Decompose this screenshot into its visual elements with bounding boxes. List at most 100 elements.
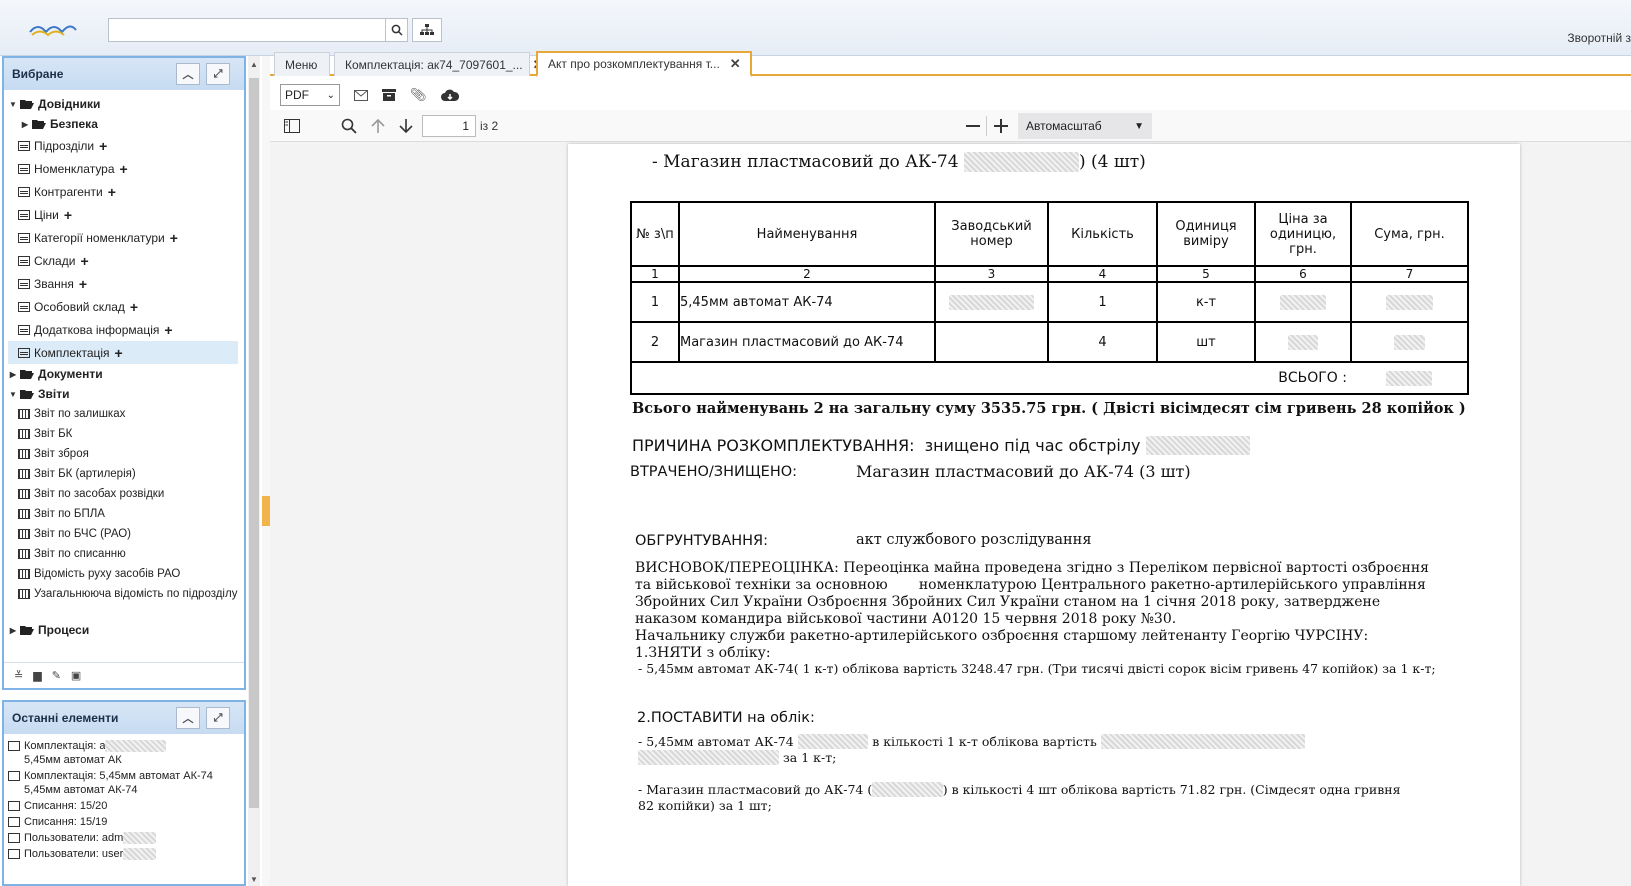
- sidebar-toggle-icon[interactable]: [284, 119, 300, 133]
- expand-button[interactable]: ⤢: [206, 707, 230, 729]
- list-icon: [8, 849, 20, 859]
- cloud-download-icon[interactable]: [440, 89, 459, 102]
- table-cell: 4: [1047, 321, 1158, 363]
- caret-down-icon[interactable]: ▼: [8, 100, 18, 109]
- add-icon[interactable]: +: [120, 161, 128, 177]
- redacted-text: хххххх: [123, 848, 157, 860]
- list-icon: [18, 232, 30, 243]
- add-icon[interactable]: +: [115, 345, 123, 361]
- tree-item-sklady[interactable]: Склади +: [8, 249, 238, 272]
- arrow-down-icon[interactable]: [399, 118, 413, 134]
- add-icon[interactable]: +: [170, 230, 178, 246]
- zoom-select[interactable]: Автомасштаб ▼: [1018, 113, 1152, 139]
- caret-down-icon[interactable]: ▼: [8, 390, 18, 399]
- chevron-down-icon: ⌄: [326, 89, 335, 101]
- doc-put-line1-cont: хххххххххххххххххххх за 1 к-т;: [638, 750, 836, 766]
- recent-item-subtitle: 5,45мм автомат АК-74: [24, 784, 138, 796]
- expand-icon: ⤢: [213, 67, 223, 80]
- add-icon[interactable]: +: [164, 322, 172, 338]
- tree-item-report[interactable]: Звіт БК: [8, 424, 238, 444]
- tree-item-report[interactable]: Звіт БК (артилерія): [8, 464, 238, 484]
- recent-item-title: Комплектація: а: [24, 740, 106, 752]
- scrollbar-thumb[interactable]: [249, 78, 259, 808]
- tree-item-report[interactable]: Звіт по залишках: [8, 404, 238, 424]
- save-icon[interactable]: ▣: [71, 669, 81, 682]
- table-cell: 3: [934, 265, 1049, 283]
- archive-icon[interactable]: [382, 89, 396, 101]
- expand-button[interactable]: ⤢: [206, 63, 230, 85]
- new-folder-icon[interactable]: ▆: [33, 669, 41, 682]
- collapse-button[interactable]: ︿: [176, 63, 200, 85]
- add-icon[interactable]: +: [80, 253, 88, 269]
- scroll-up-icon[interactable]: ▲: [250, 60, 258, 69]
- tree-item-report[interactable]: Звіт зброя: [8, 444, 238, 464]
- tree-item-komplektatsiia[interactable]: Комплектація +: [8, 341, 238, 364]
- caret-right-icon[interactable]: ▶: [8, 626, 18, 635]
- edit-icon[interactable]: ✎: [52, 669, 61, 682]
- recent-item[interactable]: Комплектація: 5,45мм автомат АК-74 5,45мм…: [6, 768, 242, 798]
- email-icon[interactable]: [354, 89, 368, 101]
- recent-item[interactable]: Комплектація: аххххххххххх 5,45мм автомат…: [6, 738, 242, 768]
- arrow-up-icon[interactable]: [371, 118, 385, 134]
- table-cell: 5,45мм автомат АК-74: [678, 281, 936, 323]
- add-icon[interactable]: +: [130, 299, 138, 315]
- tab-komplektatsiia[interactable]: Комплектація: ак74_7097601_...✕: [334, 52, 543, 76]
- collapse-all-icon[interactable]: ≚: [14, 669, 23, 682]
- tree-item-protsesy[interactable]: ▶ Процеси: [8, 620, 238, 640]
- tab-menu[interactable]: Меню: [274, 52, 330, 76]
- format-select[interactable]: PDF ⌄: [280, 84, 340, 106]
- scroll-down-icon[interactable]: ▼: [250, 875, 258, 884]
- page-number-input[interactable]: 1: [422, 115, 476, 137]
- search-input[interactable]: [108, 18, 386, 42]
- tree-item-bezpeka[interactable]: ▶ Безпека: [8, 114, 238, 134]
- caret-right-icon[interactable]: ▶: [8, 370, 18, 379]
- tree-item-tsiny[interactable]: Ціни +: [8, 203, 238, 226]
- doc-conclusion: ВИСНОВОК/ПЕРЕОЦІНКА: Переоцінка майна пр…: [635, 560, 1429, 662]
- tree-item-report[interactable]: Узагальнююча відомість по підрозділу: [8, 584, 238, 620]
- tree-item-kontragenty[interactable]: Контрагенти +: [8, 180, 238, 203]
- add-icon[interactable]: +: [79, 276, 87, 292]
- structure-button[interactable]: [412, 18, 442, 42]
- tree-item-nomenklatura[interactable]: Номенклатура +: [8, 157, 238, 180]
- zoom-out-icon[interactable]: [966, 125, 980, 127]
- add-icon[interactable]: +: [99, 138, 107, 154]
- tree-item-report[interactable]: Звіт по списанню: [8, 544, 238, 564]
- caret-right-icon[interactable]: ▶: [20, 120, 30, 129]
- tree-item-zvannia[interactable]: Звання +: [8, 272, 238, 295]
- add-icon[interactable]: +: [64, 207, 72, 223]
- search-button[interactable]: [386, 18, 408, 42]
- tree-item-katehorii[interactable]: Категорії номенклатури +: [8, 226, 238, 249]
- find-icon[interactable]: [341, 118, 357, 134]
- splitter-grip-icon[interactable]: [262, 496, 270, 526]
- tree-item-dovidnyky[interactable]: ▼ Довідники: [8, 94, 238, 114]
- tree-item-report[interactable]: Звіт по засобах розвідки: [8, 484, 238, 504]
- table-cell: ххххххххххх: [934, 281, 1049, 323]
- recent-item[interactable]: Списання: 15/20: [6, 798, 242, 814]
- tree-item-zvity[interactable]: ▼ Звіти: [8, 384, 238, 404]
- tree-item-report[interactable]: Відомість руху засобів РАО: [8, 564, 238, 584]
- collapse-button[interactable]: ︿: [176, 707, 200, 729]
- app-logo[interactable]: [26, 18, 78, 40]
- recent-item[interactable]: Списання: 15/19: [6, 814, 242, 830]
- tree-item-label: Контрагенти: [34, 184, 103, 199]
- feedback-link[interactable]: Зворотній з: [1567, 31, 1631, 45]
- tree-item-dodatkova-info[interactable]: Додаткова інформація +: [8, 318, 238, 341]
- add-icon[interactable]: +: [108, 184, 116, 200]
- redacted-text: хххххх: [1386, 294, 1433, 310]
- attachment-icon[interactable]: 📎︎: [410, 87, 427, 103]
- close-icon[interactable]: ✕: [730, 56, 741, 72]
- panel-splitter[interactable]: [262, 56, 270, 886]
- list-icon: [18, 324, 30, 335]
- tree-item-dokumenty[interactable]: ▶ Документи: [8, 364, 238, 384]
- tree-item-report[interactable]: Звіт по БЧС (РАО): [8, 524, 238, 544]
- zoom-in-icon[interactable]: [994, 119, 1008, 133]
- recent-item[interactable]: Пользователи: admхххххх: [6, 830, 242, 846]
- tree-item-label: Номенклатура: [34, 161, 115, 176]
- tree-item-label: Звіт зброя: [34, 448, 89, 460]
- tree-item-pidrozdily[interactable]: Підрозділи +: [8, 134, 238, 157]
- tab-act[interactable]: Акт про розкомплектування т... ✕: [536, 51, 752, 77]
- recent-item[interactable]: Пользователи: userхххххх: [6, 846, 242, 862]
- tree-item-osobovyi-sklad[interactable]: Особовий склад +: [8, 295, 238, 318]
- tree-item-report[interactable]: Звіт по БПЛА: [8, 504, 238, 524]
- left-scrollbar[interactable]: ▲ ▼: [248, 56, 260, 886]
